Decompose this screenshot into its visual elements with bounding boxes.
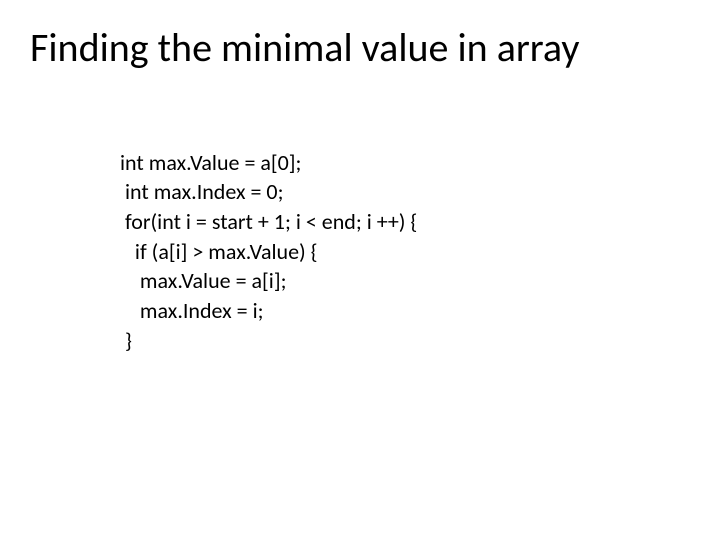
code-line: max.Index = i; bbox=[120, 297, 264, 324]
code-line: int max.Index = 0; bbox=[120, 178, 283, 205]
code-line: } bbox=[120, 327, 132, 354]
code-block: int max.Value = a[0]; int max.Index = 0;… bbox=[120, 118, 417, 385]
code-line: if (a[i] > max.Value) { bbox=[120, 238, 318, 265]
slide: Finding the minimal value in array int m… bbox=[0, 0, 720, 540]
slide-title: Finding the minimal value in array bbox=[30, 26, 690, 70]
code-line: max.Value = a[i]; bbox=[120, 267, 286, 294]
code-line: for(int i = start + 1; i < end; i ++) { bbox=[120, 208, 417, 235]
code-line: int max.Value = a[0]; bbox=[120, 149, 301, 176]
